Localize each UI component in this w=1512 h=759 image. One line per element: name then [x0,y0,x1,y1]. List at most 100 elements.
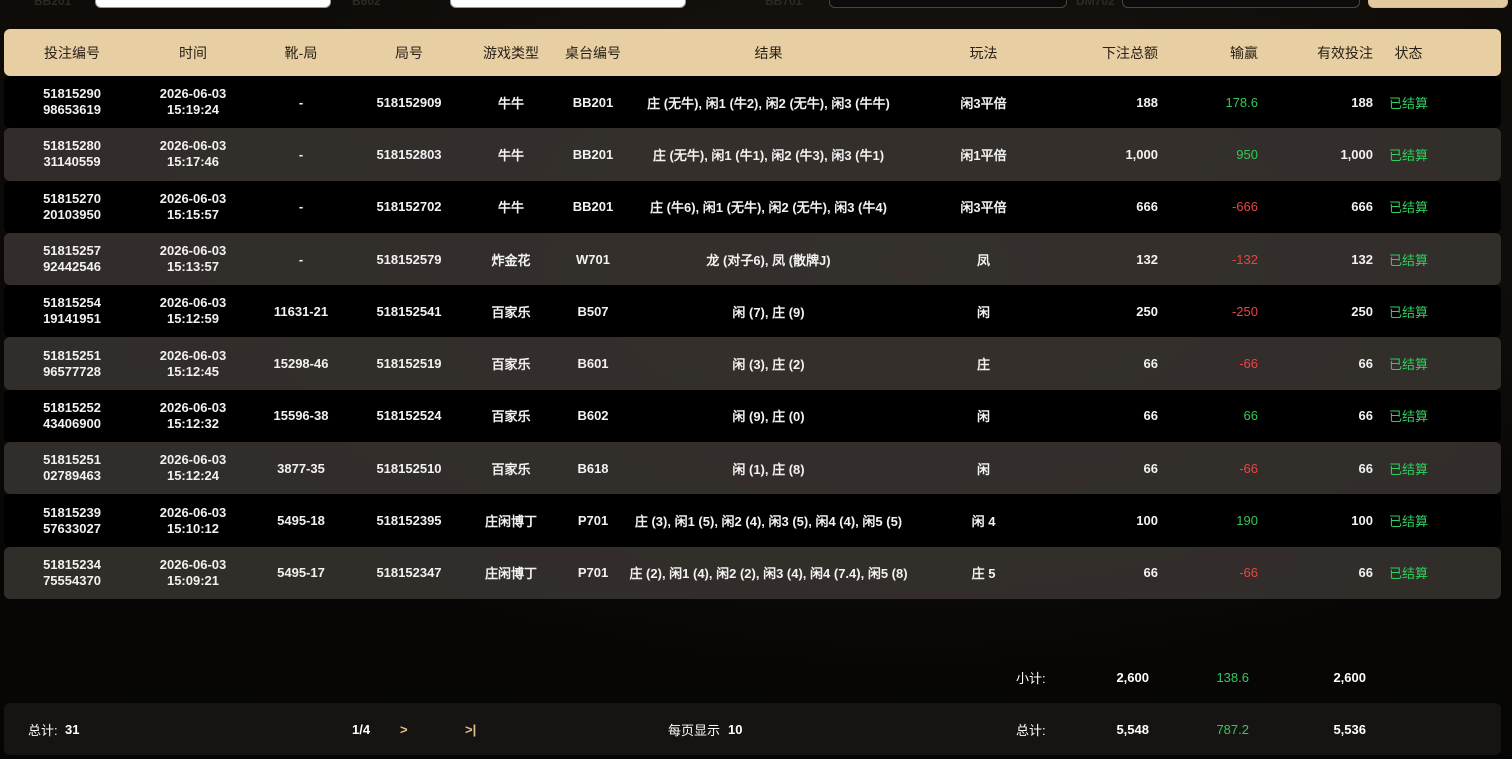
play-cell: 闲3平倍 [960,200,1007,216]
table-id-cell: B602 [577,408,609,424]
bet-time: 15:10:12 [166,520,220,536]
table-id-cell: P701 [577,565,609,581]
result-cell: 闲 (7), 庄 (9) [732,304,805,320]
col-header-bet-id[interactable]: 投注编号 [4,43,140,63]
bet-total-cell: 66 [1143,565,1158,581]
bet-date: 2026-06-03 [159,190,227,206]
bet-id-part2: 98653619 [43,102,101,118]
status-cell: 已结算 [1388,304,1428,320]
round-id-cell: 518152909 [376,94,442,110]
per-page-select[interactable]: 10 [728,722,742,737]
result-cell: 庄 (2), 闲1 (4), 闲2 (2), 闲3 (4), 闲4 (7.4),… [629,566,908,582]
shoe-round-cell: - [298,146,304,162]
total-label: 总计: [1016,722,1046,738]
round-id-cell: 518152579 [376,251,442,267]
bet-id-cell: 51815280 31140559 [4,138,140,170]
table-row[interactable]: 51815252 43406900 2026-06-03 15:12:32 15596-… [4,389,1501,443]
time-cell: 2026-06-03 15:12:32 [140,400,246,432]
filter-input-4[interactable] [1122,0,1360,8]
table-body: 51815290 98653619 2026-06-03 15:19:24-51815… [4,76,1501,599]
bet-id-part1: 51815251 [43,452,101,468]
filter-input-3[interactable] [829,0,1067,8]
shoe-round-cell: - [298,94,304,110]
col-header-game-type[interactable]: 游戏类型 [462,43,560,63]
col-header-table-id[interactable]: 桌台编号 [560,43,626,63]
play-cell: 闲 [976,304,990,320]
col-header-round-id[interactable]: 局号 [356,43,462,63]
valid-bet-cell: 132 [1351,251,1373,267]
page-indicator: 1/4 [352,721,371,737]
col-header-result[interactable]: 结果 [626,43,911,63]
bet-records-table: 投注编号 时间 靴-局 局号 游戏类型 桌台编号 结果 玩法 下注总额 输赢 有… [4,29,1501,599]
table-id-cell: BB201 [572,146,614,162]
col-header-win-loss[interactable]: 输赢 [1158,43,1258,63]
table-header: 投注编号 时间 靴-局 局号 游戏类型 桌台编号 结果 玩法 下注总额 输赢 有… [4,29,1501,76]
filter-input-2[interactable] [450,0,686,8]
game-type-cell: 炸金花 [491,252,531,268]
bet-time: 15:09:21 [166,572,220,588]
table-id-cell: BB201 [572,94,614,110]
table-row[interactable]: 51815251 96577728 2026-06-03 15:12:45 15298-… [4,337,1501,390]
subtotal-bet: 2,600 [1116,669,1149,685]
bet-id-cell: 51815254 19141951 [4,295,140,327]
shoe-round-cell: 5495-18 [277,513,325,529]
subtotal-row: 小计: 2,600 138.6 2,600 [4,655,1501,699]
bet-id-part1: 51815254 [43,295,101,311]
bet-id-part2: 57633027 [43,520,101,536]
table-id-cell: B601 [577,356,609,372]
subtotal-valid: 2,600 [1333,669,1366,685]
bet-time: 15:12:32 [166,415,220,431]
table-row[interactable]: 51815257 92442546 2026-06-03 15:13:57-51815… [4,232,1501,286]
next-page-button[interactable]: > [400,722,408,737]
table-row[interactable]: 51815290 98653619 2026-06-03 15:19:24-51815… [4,76,1501,129]
status-cell: 已结算 [1388,147,1428,163]
filter-label-2: B602 [352,0,381,8]
result-cell: 闲 (9), 庄 (0) [732,409,805,425]
table-row[interactable]: 51815239 57633027 2026-06-03 15:10:12 5495-1… [4,494,1501,547]
valid-bet-cell: 188 [1351,94,1373,110]
col-header-bet-total[interactable]: 下注总额 [1056,43,1158,63]
table-row[interactable]: 51815280 31140559 2026-06-03 15:17:46 - 51815… [4,128,1501,181]
bet-id-cell: 51815290 98653619 [4,86,140,118]
round-id-cell: 518152347 [376,565,442,581]
last-page-button[interactable]: >| [465,722,476,737]
table-row[interactable]: 51815270 20103950 2026-06-03 15:15:57-51815… [4,180,1501,233]
bet-time: 15:12:24 [166,468,220,484]
filter-input-1[interactable] [95,0,331,8]
subtotal-win: 138.6 [1216,669,1249,685]
win-loss-cell: -666 [1231,199,1258,215]
col-header-shoe-round[interactable]: 靴-局 [246,43,356,63]
col-header-valid-bet[interactable]: 有效投注 [1258,43,1373,63]
bet-id-part2: 92442546 [43,259,101,275]
valid-bet-cell: 66 [1358,408,1373,424]
bet-id-part1: 51815239 [43,504,101,520]
bet-date: 2026-06-03 [159,86,227,102]
bet-time: 15:13:57 [166,259,220,275]
subtotal-label: 小计: [1016,670,1046,686]
per-page-label: 每页显示 [668,722,721,738]
col-header-time[interactable]: 时间 [140,43,246,63]
col-header-play[interactable]: 玩法 [911,43,1056,63]
table-row[interactable]: 51815254 19141951 2026-06-03 15:12:59 11631-… [4,285,1501,338]
valid-bet-cell: 66 [1358,565,1373,581]
bet-total-cell: 66 [1143,408,1158,424]
win-loss-cell: 190 [1236,513,1258,529]
round-id-cell: 518152541 [376,303,442,319]
bet-id-cell: 51815234 75554370 [4,557,140,589]
game-type-cell: 牛牛 [497,200,524,216]
game-type-cell: 百家乐 [491,409,531,425]
status-cell: 已结算 [1388,461,1428,477]
status-cell: 已结算 [1388,95,1428,111]
search-button[interactable] [1368,0,1508,8]
bet-id-part1: 51815280 [43,138,101,154]
status-cell: 已结算 [1388,357,1428,373]
shoe-round-cell: 5495-17 [277,565,325,581]
time-cell: 2026-06-03 15:17:46 [140,138,246,170]
bet-id-part1: 51815290 [43,86,101,102]
total-bet: 5,548 [1116,721,1149,737]
table-row[interactable]: 51815234 75554370 2026-06-03 15:09:21 5495-1… [4,546,1501,599]
table-row[interactable]: 51815251 02789463 2026-06-03 15:12:24 3877-3… [4,442,1501,495]
play-cell: 庄 [976,357,990,373]
col-header-status[interactable]: 状态 [1373,43,1444,63]
bet-id-part2: 75554370 [43,572,101,588]
